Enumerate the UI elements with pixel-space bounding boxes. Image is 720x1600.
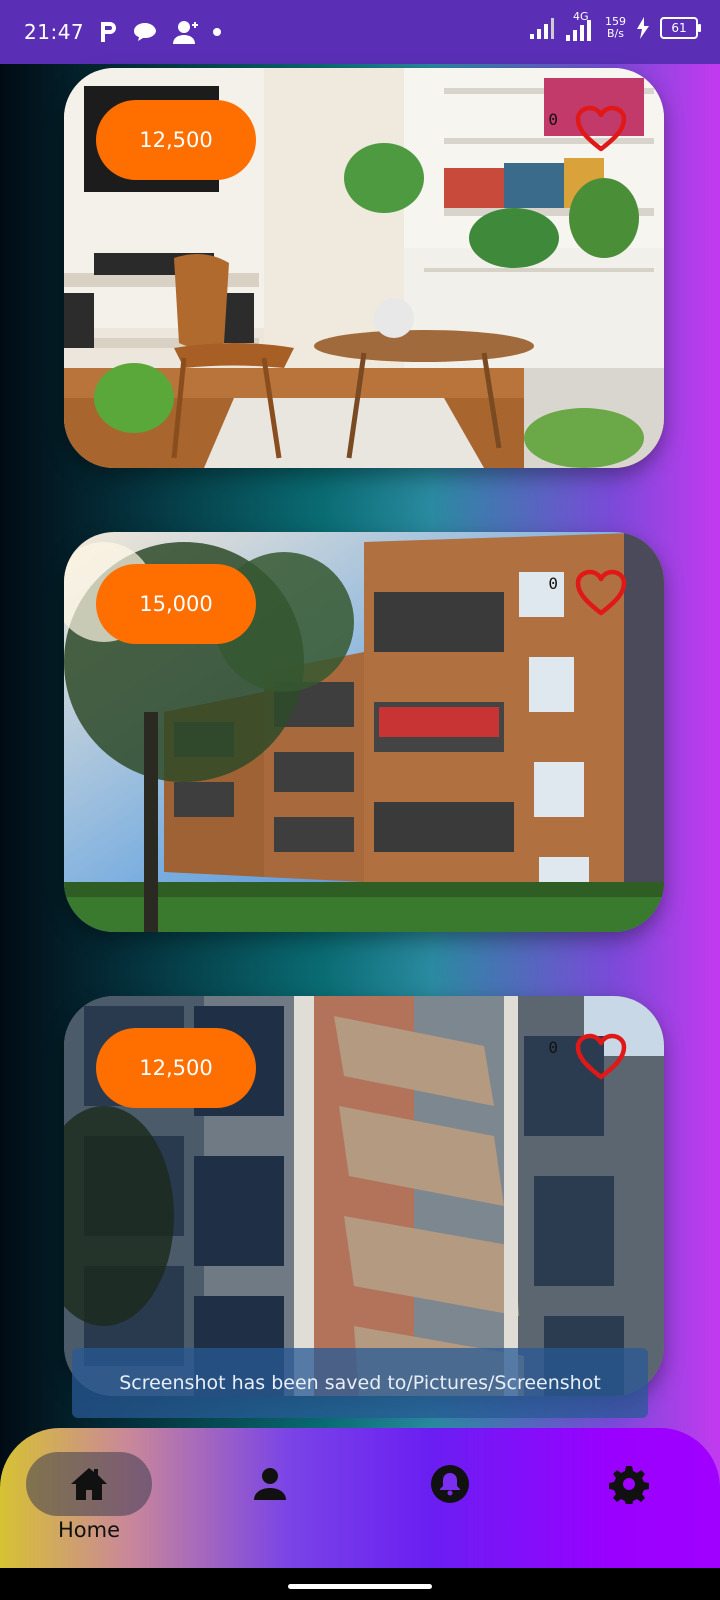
toast-message: Screenshot has been saved to/Pictures/Sc… bbox=[119, 1372, 601, 1394]
signal-icon bbox=[530, 18, 554, 39]
heart-icon[interactable] bbox=[574, 1032, 628, 1082]
add-contact-icon bbox=[173, 21, 199, 44]
home-icon bbox=[71, 1468, 107, 1500]
price-badge: 12,500 bbox=[96, 100, 256, 180]
signal-4g-icon bbox=[566, 20, 591, 41]
parking-app-icon bbox=[101, 22, 117, 42]
bottom-navigation: Home bbox=[0, 1428, 720, 1568]
network-speed: 159 B/s bbox=[605, 16, 626, 40]
nav-item-home[interactable]: Home bbox=[24, 1452, 154, 1552]
battery-level: 61 bbox=[671, 21, 687, 35]
favorite-count: 0 bbox=[548, 110, 558, 129]
heart-icon[interactable] bbox=[574, 568, 628, 618]
screenshot-toast: Screenshot has been saved to/Pictures/Sc… bbox=[72, 1348, 648, 1418]
signal-4g-indicator: 4G bbox=[565, 10, 595, 42]
nav-item-profile[interactable] bbox=[205, 1452, 335, 1552]
listing-card[interactable]: 15,000 0 bbox=[64, 532, 664, 932]
favorite-count: 0 bbox=[548, 574, 558, 593]
status-time: 21:47 bbox=[24, 20, 85, 44]
nav-label-home: Home bbox=[57, 1518, 120, 1542]
settings-icon bbox=[609, 1466, 649, 1504]
battery-indicator: 61 bbox=[660, 17, 701, 39]
charging-bolt-icon bbox=[637, 17, 649, 39]
favorite-count: 0 bbox=[548, 1038, 558, 1057]
price-badge: 12,500 bbox=[96, 1028, 256, 1108]
chat-bubble-icon bbox=[134, 23, 157, 41]
network-speed-unit: B/s bbox=[607, 27, 624, 40]
listing-card[interactable]: 12,500 0 bbox=[64, 996, 664, 1396]
heart-icon[interactable] bbox=[574, 104, 628, 154]
status-bar: 21:47 4G 159 B/s 61 bbox=[0, 0, 720, 64]
bell-icon bbox=[431, 1465, 469, 1503]
person-icon bbox=[254, 1468, 286, 1500]
dot-icon bbox=[213, 28, 222, 36]
nav-item-settings[interactable] bbox=[564, 1452, 694, 1552]
listing-card[interactable]: 12,500 0 bbox=[64, 68, 664, 468]
price-badge: 15,000 bbox=[96, 564, 256, 644]
nav-item-notifications[interactable] bbox=[385, 1452, 515, 1552]
gesture-handle[interactable] bbox=[288, 1584, 432, 1589]
